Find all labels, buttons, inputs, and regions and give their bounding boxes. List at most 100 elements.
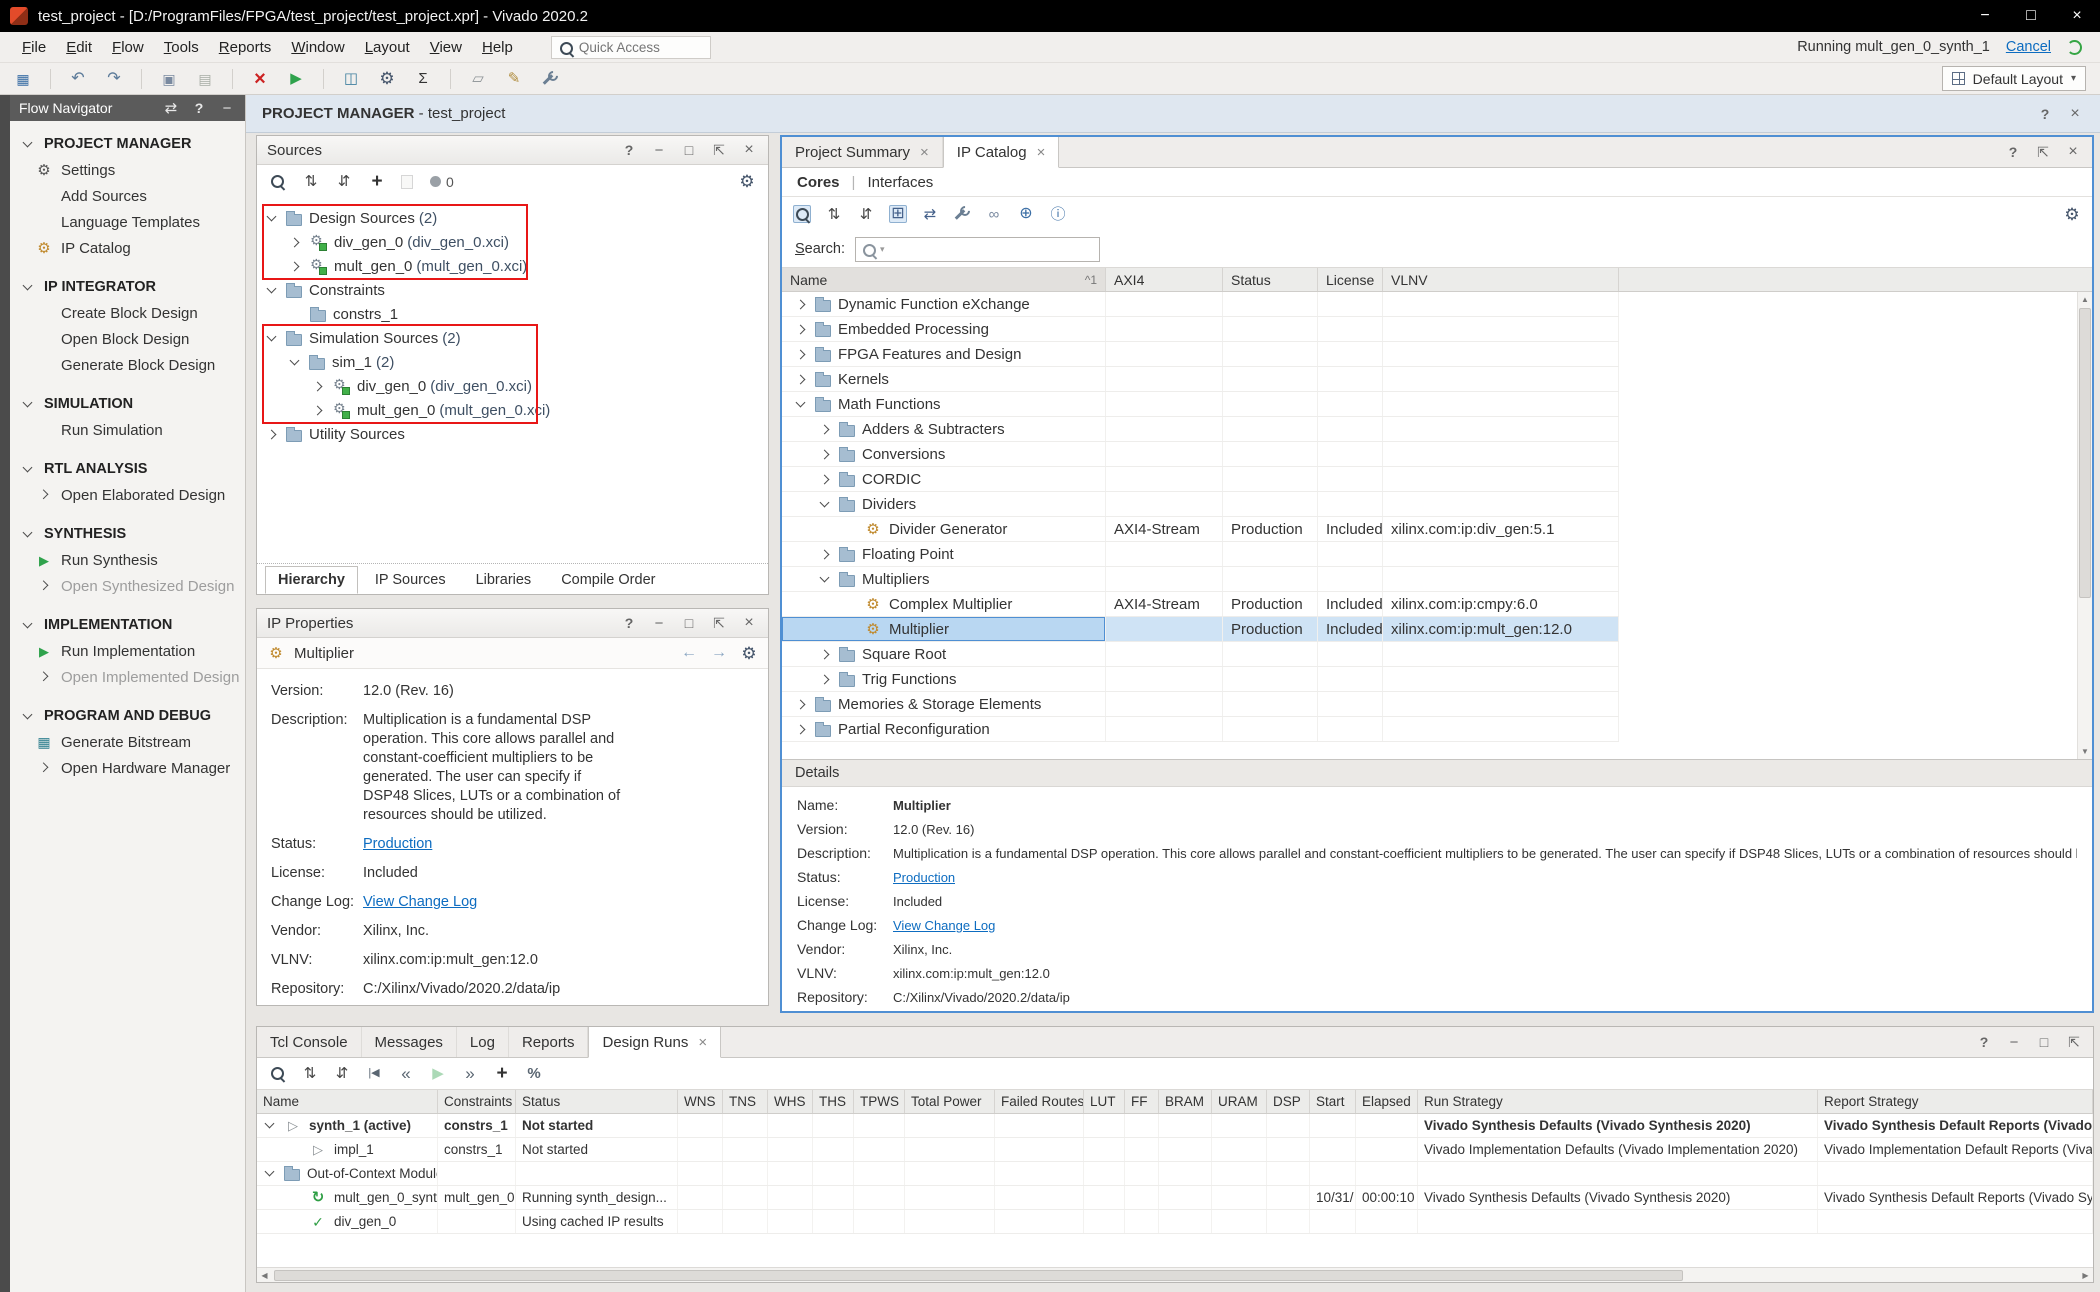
minimize-icon[interactable]: −: [650, 141, 668, 159]
column-header-status[interactable]: Status: [516, 1090, 678, 1113]
search-icon[interactable]: [269, 173, 287, 191]
scroll-left-icon[interactable]: [257, 1268, 272, 1282]
expand-icon[interactable]: [267, 429, 277, 439]
tab-close-icon[interactable]: ×: [1037, 144, 1046, 161]
nav-item-run-simulation[interactable]: Run Simulation: [10, 417, 245, 443]
source-constraints[interactable]: Constraints: [257, 278, 768, 302]
copy-icon[interactable]: ▣: [160, 70, 178, 88]
expand-icon[interactable]: [820, 474, 830, 484]
link-icon[interactable]: ∞: [985, 205, 1003, 223]
column-header-bram[interactable]: BRAM: [1159, 1090, 1212, 1113]
menu-help[interactable]: Help: [472, 34, 523, 61]
menu-layout[interactable]: Layout: [355, 34, 420, 61]
source-mult-gen-0[interactable]: mult_gen_0 (mult_gen_0.xci): [257, 398, 768, 422]
nav-section-header-implementation[interactable]: IMPLEMENTATION: [10, 612, 245, 638]
paste-icon[interactable]: ▤: [196, 70, 214, 88]
menu-flow[interactable]: Flow: [102, 34, 154, 61]
close-icon[interactable]: ×: [2066, 105, 2084, 123]
collapse-icon[interactable]: [23, 397, 33, 407]
catalog-row-multiplier[interactable]: ⚙MultiplierProductionIncludedxilinx.com:…: [782, 617, 1619, 642]
catalog-row-math-functions[interactable]: Math Functions: [782, 392, 1619, 417]
nav-item-run-synthesis[interactable]: ▶Run Synthesis: [10, 547, 245, 573]
help-icon[interactable]: ?: [2036, 105, 2054, 123]
menu-window[interactable]: Window: [281, 34, 354, 61]
run-row-div-gen-0[interactable]: ✓div_gen_0Using cached IP results: [257, 1210, 2093, 1234]
bottom-tab-tcl-console[interactable]: Tcl Console: [257, 1027, 362, 1057]
close-icon[interactable]: ×: [2064, 143, 2082, 161]
tab-project-summary[interactable]: Project Summary×: [782, 137, 943, 167]
bottom-tab-reports[interactable]: Reports: [509, 1027, 589, 1057]
subtab-cores[interactable]: Cores: [797, 174, 840, 191]
nav-section-header-rtl-analysis[interactable]: RTL ANALYSIS: [10, 456, 245, 482]
menu-view[interactable]: View: [420, 34, 472, 61]
expand-all-icon[interactable]: ⇵: [335, 173, 353, 191]
field-value[interactable]: Production: [893, 868, 955, 887]
tab-close-icon[interactable]: ×: [698, 1034, 707, 1051]
maximize-window-button[interactable]: □: [2008, 0, 2054, 32]
search-icon[interactable]: [269, 1065, 287, 1083]
quick-access-input[interactable]: [579, 40, 704, 55]
column-header-license[interactable]: License: [1318, 268, 1383, 291]
column-header-constraints[interactable]: Constraints: [438, 1090, 516, 1113]
column-header-report-strategy[interactable]: Report Strategy: [1818, 1090, 2093, 1113]
scrollbar-track[interactable]: [272, 1269, 2078, 1282]
bottom-tab-messages[interactable]: Messages: [362, 1027, 457, 1057]
column-header-ths[interactable]: THS: [813, 1090, 854, 1113]
collapse-icon[interactable]: [290, 355, 300, 365]
source-simulation-sources[interactable]: Simulation Sources (2): [257, 326, 768, 350]
expand-icon[interactable]: [820, 549, 830, 559]
ruler-icon[interactable]: ▱: [469, 70, 487, 88]
column-header-uram[interactable]: URAM: [1212, 1090, 1267, 1113]
scrollbar-thumb[interactable]: [2079, 308, 2091, 598]
nav-section-header-program-and-debug[interactable]: PROGRAM AND DEBUG: [10, 703, 245, 729]
message-filter-badge[interactable]: 0: [430, 174, 454, 190]
maximize-icon[interactable]: □: [680, 614, 698, 632]
nav-section-header-simulation[interactable]: SIMULATION: [10, 391, 245, 417]
delete-selection-icon[interactable]: ×: [251, 70, 269, 88]
forward-nav-icon[interactable]: →: [710, 644, 728, 662]
nav-item-open-hardware-manager[interactable]: Open Hardware Manager: [10, 755, 245, 781]
help-icon[interactable]: ?: [2004, 143, 2022, 161]
web-icon[interactable]: ⊕: [1017, 205, 1035, 223]
source-div-gen-0[interactable]: div_gen_0 (div_gen_0.xci): [257, 374, 768, 398]
column-header-elapsed[interactable]: Elapsed: [1356, 1090, 1418, 1113]
customize-icon[interactable]: [953, 205, 971, 223]
catalog-row-multipliers[interactable]: Multipliers: [782, 567, 1619, 592]
collapse-icon[interactable]: [265, 1119, 275, 1129]
open-file-icon[interactable]: [401, 175, 413, 189]
nav-item-generate-block-design[interactable]: Generate Block Design: [10, 352, 245, 378]
ip-search-input[interactable]: [889, 241, 1094, 257]
settings-icon[interactable]: ⚙: [2063, 205, 2081, 223]
sources-tab-libraries[interactable]: Libraries: [463, 566, 545, 594]
scroll-up-icon[interactable]: [2078, 292, 2092, 307]
help-icon[interactable]: ?: [190, 99, 208, 117]
nav-item-ip-catalog[interactable]: ⚙IP Catalog: [10, 235, 245, 261]
scrollbar-thumb[interactable]: [274, 1270, 1683, 1281]
catalog-row-dividers[interactable]: Dividers: [782, 492, 1619, 517]
run-row-out-of-context-module-runs[interactable]: Out-of-Context Module Runs: [257, 1162, 2093, 1186]
subtab-interfaces[interactable]: Interfaces: [867, 174, 933, 191]
tab-close-icon[interactable]: ×: [920, 144, 929, 161]
add-icon[interactable]: +: [368, 173, 386, 191]
nav-item-create-block-design[interactable]: Create Block Design: [10, 300, 245, 326]
column-header-name[interactable]: Name^1: [782, 268, 1106, 291]
column-header-vlnv[interactable]: VLNV: [1383, 268, 1619, 291]
expand-icon[interactable]: [796, 374, 806, 384]
collapse-icon[interactable]: [23, 280, 33, 290]
catalog-row-trig-functions[interactable]: Trig Functions: [782, 667, 1619, 692]
column-header-wns[interactable]: WNS: [678, 1090, 723, 1113]
run-icon[interactable]: ▶: [429, 1065, 447, 1083]
expand-icon[interactable]: [796, 699, 806, 709]
collapse-icon[interactable]: [265, 1167, 275, 1177]
nav-item-run-implementation[interactable]: ▶Run Implementation: [10, 638, 245, 664]
collapse-icon[interactable]: [820, 572, 830, 582]
close-icon[interactable]: ×: [740, 141, 758, 159]
expand-icon[interactable]: [796, 324, 806, 334]
nav-item-generate-bitstream[interactable]: ▦Generate Bitstream: [10, 729, 245, 755]
column-header-lut[interactable]: LUT: [1084, 1090, 1125, 1113]
swap-icon[interactable]: ⇄: [921, 205, 939, 223]
settings-icon[interactable]: ⚙: [740, 644, 758, 662]
run-row-impl-1[interactable]: ▷impl_1constrs_1Not startedVivado Implem…: [257, 1138, 2093, 1162]
column-header-name[interactable]: Name: [257, 1090, 438, 1113]
field-value[interactable]: Production: [363, 835, 432, 854]
